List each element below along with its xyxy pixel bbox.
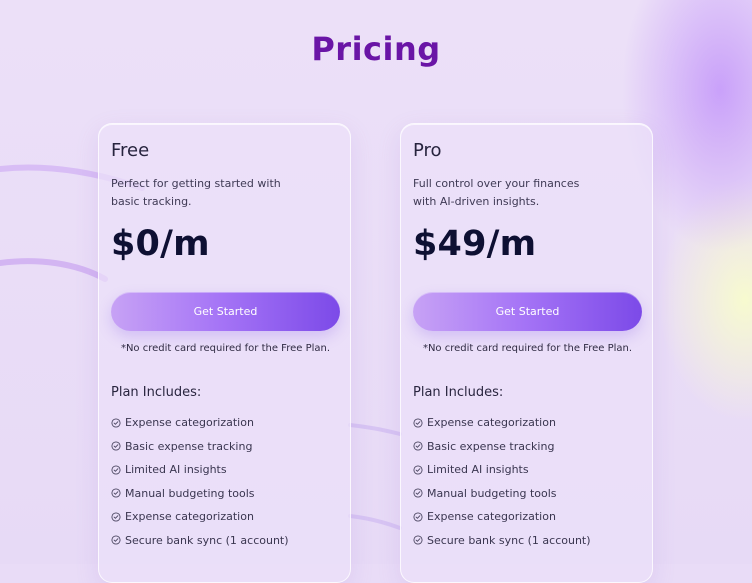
get-started-button[interactable]: Get Started xyxy=(413,292,642,331)
feature-item: Secure bank sync (1 account) xyxy=(413,529,591,553)
feature-item: Manual budgeting tools xyxy=(413,482,591,506)
feature-text: Expense categorization xyxy=(427,416,556,430)
plan-includes-title: Plan Includes: xyxy=(413,385,504,400)
check-circle-icon xyxy=(111,441,121,451)
feature-item: Limited AI insights xyxy=(111,458,289,482)
plan-card-free: Free Perfect for getting started with ba… xyxy=(98,123,351,583)
feature-text: Expense categorization xyxy=(125,416,254,430)
feature-list: Expense categorization Basic expense tra… xyxy=(111,411,289,552)
feature-item: Expense categorization xyxy=(111,411,289,435)
feature-item: Manual budgeting tools xyxy=(111,482,289,506)
feature-item: Basic expense tracking xyxy=(413,435,591,459)
check-circle-icon xyxy=(413,488,423,498)
get-started-label: Get Started xyxy=(193,305,258,318)
plan-price: $49/m xyxy=(413,224,537,264)
feature-text: Limited AI insights xyxy=(125,463,227,477)
feature-item: Basic expense tracking xyxy=(111,435,289,459)
plan-note: *No credit card required for the Free Pl… xyxy=(120,343,331,354)
plan-description: Full control over your finances with AI-… xyxy=(413,175,613,211)
plan-note: *No credit card required for the Free Pl… xyxy=(422,343,633,354)
get-started-label: Get Started xyxy=(495,305,560,318)
feature-text: Expense categorization xyxy=(427,510,556,524)
feature-text: Expense categorization xyxy=(125,510,254,524)
check-circle-icon xyxy=(111,535,121,545)
get-started-button[interactable]: Get Started xyxy=(111,292,340,331)
check-circle-icon xyxy=(111,512,121,522)
feature-item: Expense categorization xyxy=(111,505,289,529)
plan-description: Perfect for getting started with basic t… xyxy=(111,175,311,211)
plan-price: $0/m xyxy=(111,224,210,264)
feature-item: Limited AI insights xyxy=(413,458,591,482)
plan-card-pro: Pro Full control over your finances with… xyxy=(400,123,653,583)
feature-item: Expense categorization xyxy=(413,505,591,529)
feature-text: Basic expense tracking xyxy=(125,439,253,453)
plan-description-line: Perfect for getting started with xyxy=(111,177,281,190)
check-circle-icon xyxy=(413,465,423,475)
feature-text: Secure bank sync (1 account) xyxy=(125,533,289,547)
feature-text: Basic expense tracking xyxy=(427,439,555,453)
check-circle-icon xyxy=(413,441,423,451)
check-circle-icon xyxy=(111,488,121,498)
page-title: Pricing xyxy=(311,30,441,68)
check-circle-icon xyxy=(413,512,423,522)
feature-text: Secure bank sync (1 account) xyxy=(427,533,591,547)
feature-text: Limited AI insights xyxy=(427,463,529,477)
feature-item: Expense categorization xyxy=(413,411,591,435)
feature-list: Expense categorization Basic expense tra… xyxy=(413,411,591,552)
plan-description-line: basic tracking. xyxy=(111,195,192,208)
feature-text: Manual budgeting tools xyxy=(427,486,557,500)
plan-name: Free xyxy=(111,140,150,161)
check-circle-icon xyxy=(413,418,423,428)
feature-text: Manual budgeting tools xyxy=(125,486,255,500)
check-circle-icon xyxy=(111,418,121,428)
check-circle-icon xyxy=(413,535,423,545)
plan-description-line: with AI-driven insights. xyxy=(413,195,540,208)
plan-description-line: Full control over your finances xyxy=(413,177,580,190)
feature-item: Secure bank sync (1 account) xyxy=(111,529,289,553)
plan-name: Pro xyxy=(413,140,442,161)
check-circle-icon xyxy=(111,465,121,475)
plan-includes-title: Plan Includes: xyxy=(111,385,202,400)
